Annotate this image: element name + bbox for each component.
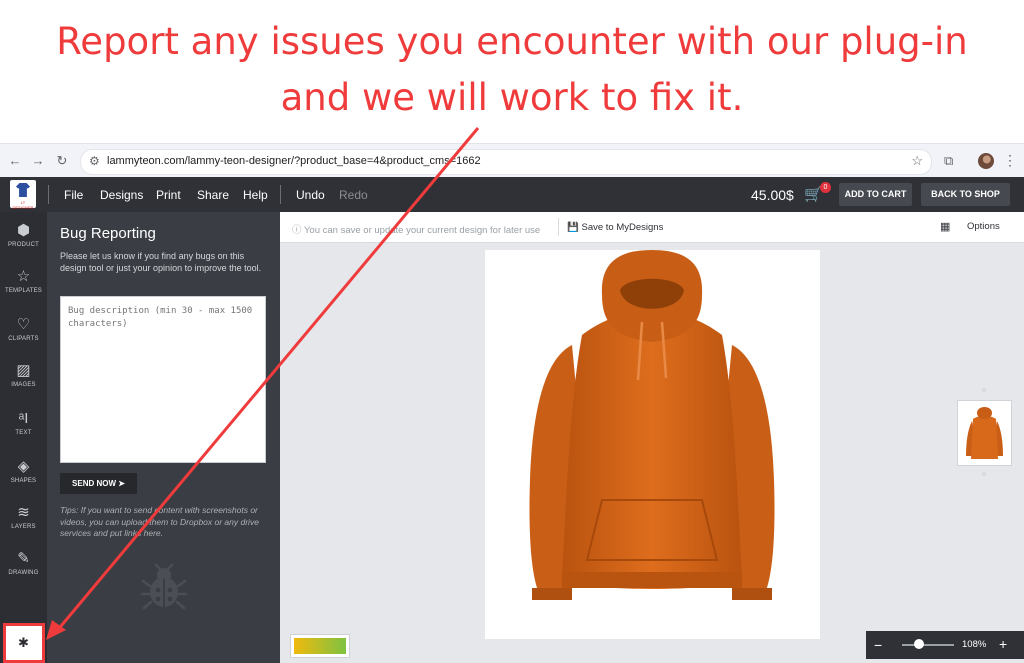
app-logo[interactable]: LT DESIGNER (10, 180, 36, 210)
menu-help[interactable]: Help (243, 188, 268, 202)
product-design-area[interactable] (485, 250, 820, 639)
highlight-box (3, 623, 45, 663)
save-hint: ⓘ You can save or update your current de… (292, 225, 541, 236)
bookmark-star-icon[interactable]: ☆ (911, 153, 923, 169)
back-to-shop-button[interactable]: BACK TO SHOP (921, 183, 1010, 206)
nav-images[interactable]: ▨ IMAGES (0, 362, 47, 388)
browser-menu-icon[interactable]: ⋮ (1003, 152, 1017, 169)
product-price: 45.00$ (751, 187, 794, 203)
options-button[interactable]: Options (967, 221, 1000, 232)
nav-shapes[interactable]: ◈ SHAPES (0, 458, 47, 484)
reload-icon[interactable]: ↻ (54, 153, 70, 169)
nav-text[interactable]: ᵃI TEXT (0, 410, 47, 436)
hoodie-product-image (529, 250, 775, 600)
zoom-slider-handle[interactable] (914, 639, 924, 649)
nav-templates[interactable]: ☆ TEMPLATES (0, 268, 47, 294)
undo-button[interactable]: Undo (296, 188, 325, 202)
nav-layers[interactable]: ≋ LAYERS (0, 504, 47, 530)
menu-share[interactable]: Share (197, 188, 229, 202)
divider (48, 185, 49, 204)
logo-text: LT DESIGNER (12, 200, 34, 210)
panel-description: Please let us know if you find any bugs … (60, 251, 262, 273)
layers-icon: ≋ (17, 504, 30, 521)
heart-icon: ♡ (16, 316, 31, 333)
send-now-button[interactable]: SEND NOW ➤ (60, 473, 137, 494)
save-to-mydesigns-button[interactable]: 💾 Save to MyDesigns (567, 222, 663, 233)
profile-avatar[interactable] (978, 153, 994, 169)
scroll-up-dots-icon[interactable]: ⁘ (974, 386, 994, 396)
bug-description-input[interactable] (60, 296, 266, 463)
redo-button[interactable]: Redo (339, 188, 368, 202)
divider (558, 218, 559, 236)
extensions-icon[interactable]: ⧉ (944, 153, 953, 169)
design-canvas-area: ⓘ You can save or update your current de… (280, 212, 1024, 663)
save-bar: ⓘ You can save or update your current de… (280, 212, 1024, 243)
left-toolbar: ⬢ PRODUCT ☆ TEMPLATES ♡ CLIPARTS ▨ IMAGE… (0, 212, 47, 663)
forward-icon[interactable]: → (30, 153, 46, 169)
floppy-disk-icon: 💾 (567, 222, 579, 233)
diamond-icon: ◈ (17, 458, 30, 475)
add-to-cart-button[interactable]: ADD TO CART (839, 183, 912, 206)
scroll-down-dots-icon[interactable]: ⁘ (974, 470, 994, 480)
nav-drawing[interactable]: ✎ DRAWING (0, 550, 47, 576)
color-gradient-fill (294, 638, 346, 654)
address-bar[interactable]: ⚙ lammyteon.com/lammy-teon-designer/?pro… (80, 149, 932, 175)
browser-window: ← → ↻ ⚙ lammyteon.com/lammy-teon-designe… (0, 143, 1024, 663)
nav-cliparts[interactable]: ♡ CLIPARTS (0, 316, 47, 342)
headline: Report any issues you encounter with our… (0, 14, 1024, 126)
zoom-slider-track[interactable] (902, 644, 954, 646)
zoom-in-button[interactable]: + (999, 636, 1007, 652)
cube-icon: ⬢ (16, 222, 31, 239)
headline-line-2: and we will work to fix it. (280, 76, 744, 119)
cart-count-badge: 0 (820, 182, 831, 193)
menu-print[interactable]: Print (156, 188, 181, 202)
zoom-control: − 108% + (866, 631, 1024, 659)
zoom-out-button[interactable]: − (874, 637, 882, 653)
color-swatch[interactable] (290, 634, 350, 658)
zoom-level: 108% (962, 639, 987, 650)
qr-code-icon[interactable]: ▦ (940, 220, 950, 233)
menu-designs[interactable]: Designs (100, 188, 143, 202)
text-icon: ᵃI (18, 410, 29, 427)
divider (280, 185, 281, 204)
pencil-icon: ✎ (17, 550, 30, 567)
info-icon: ⓘ (292, 225, 304, 236)
star-icon: ☆ (16, 268, 31, 285)
tips-text: Tips: If you want to send content with s… (60, 505, 259, 538)
url-text[interactable]: lammyteon.com/lammy-teon-designer/?produ… (107, 155, 481, 167)
tshirt-logo-icon (16, 183, 30, 197)
panel-title: Bug Reporting (60, 225, 156, 242)
app-topbar: LT DESIGNER File Designs Print Share Hel… (0, 177, 1024, 212)
bug-illustration-icon (140, 564, 188, 610)
bug-report-panel: Bug Reporting Please let us know if you … (47, 212, 280, 663)
menu-file[interactable]: File (64, 188, 83, 202)
browser-toolbar: ← → ↻ ⚙ lammyteon.com/lammy-teon-designe… (0, 143, 1024, 178)
hoodie-thumbnail-icon (966, 407, 1003, 459)
back-icon[interactable]: ← (7, 153, 23, 169)
site-settings-icon[interactable]: ⚙ (89, 154, 100, 168)
nav-product[interactable]: ⬢ PRODUCT (0, 222, 47, 248)
headline-line-1: Report any issues you encounter with our… (56, 20, 968, 63)
product-thumbnail[interactable] (957, 400, 1012, 466)
image-icon: ▨ (16, 362, 31, 379)
